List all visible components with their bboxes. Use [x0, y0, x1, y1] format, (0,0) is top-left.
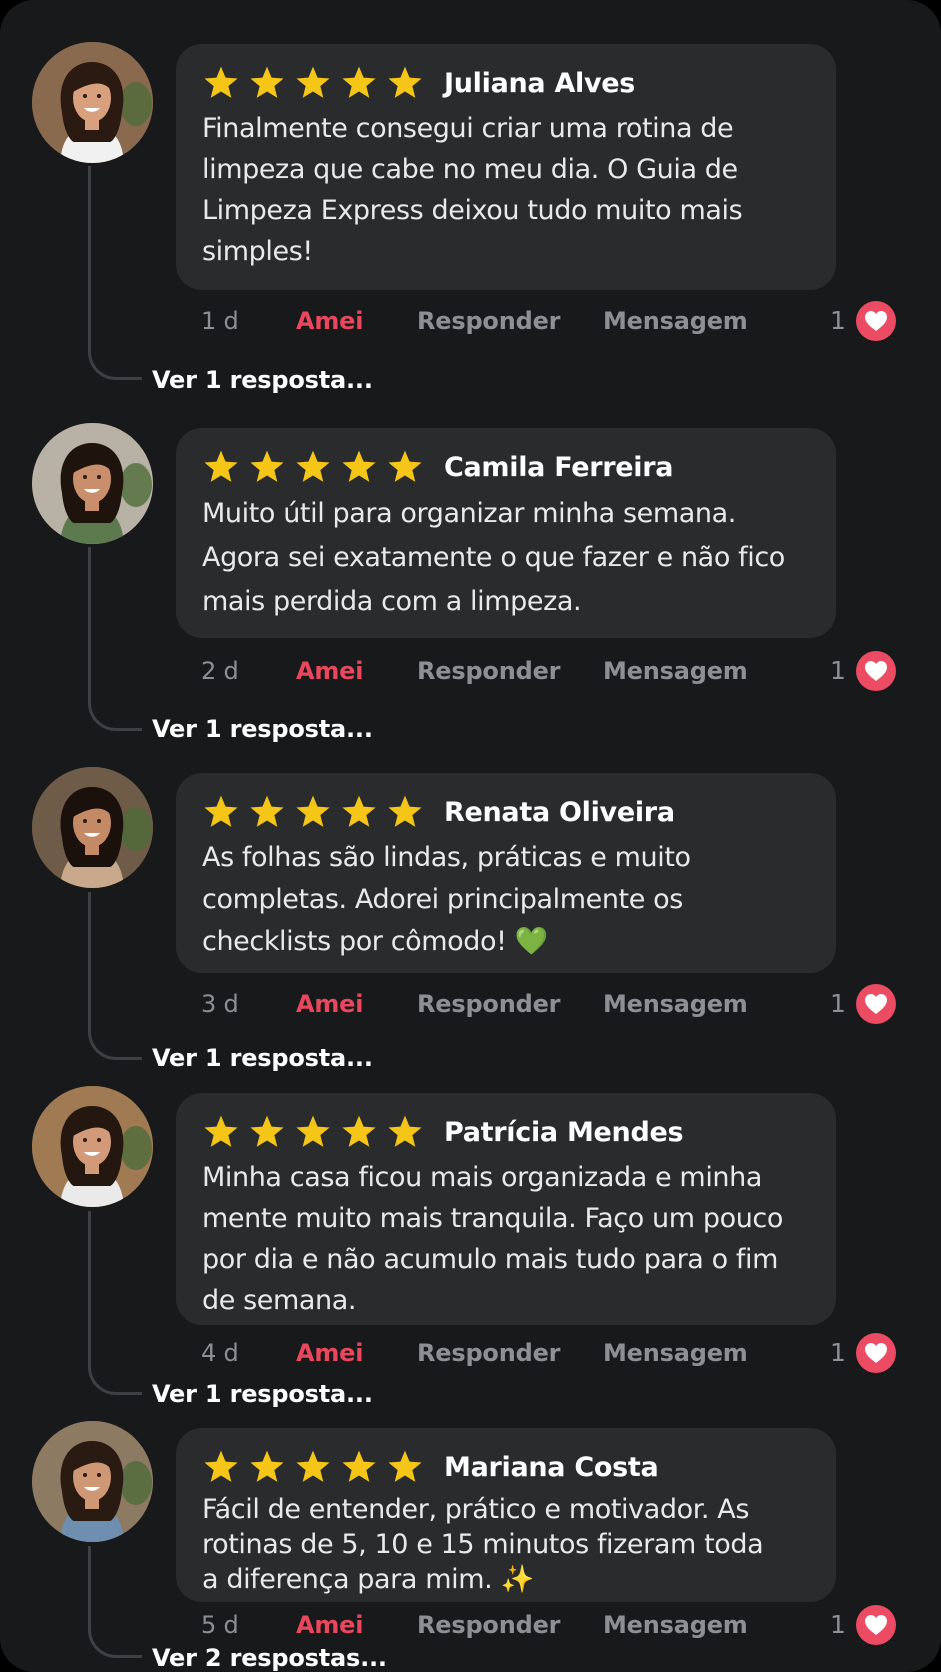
- like-count: 1: [830, 306, 846, 335]
- rating-stars: [202, 794, 424, 830]
- avatar[interactable]: [32, 767, 153, 888]
- heart-icon[interactable]: [856, 1333, 896, 1373]
- star-icon: [342, 66, 376, 98]
- reply-button[interactable]: Responder: [417, 1605, 560, 1645]
- comment-text: Minha casa ficou mais organizada e minha…: [202, 1162, 783, 1316]
- star-icon: [342, 450, 376, 482]
- heart-icon[interactable]: [856, 301, 896, 341]
- star-icon: [204, 1115, 238, 1147]
- author-name[interactable]: Patrícia Mendes: [444, 1117, 684, 1148]
- star-icon: [388, 450, 422, 482]
- comment-bubble: Juliana Alves Finalmente consegui criar …: [176, 44, 836, 290]
- like-count: 1: [830, 1338, 846, 1367]
- view-replies-link[interactable]: Ver 1 resposta...: [152, 1378, 373, 1410]
- star-icon: [388, 1115, 422, 1147]
- avatar[interactable]: [32, 423, 153, 544]
- message-button[interactable]: Mensagem: [603, 1333, 748, 1373]
- avatar[interactable]: [32, 42, 153, 163]
- view-replies-link[interactable]: Ver 1 resposta...: [152, 1042, 373, 1074]
- comment-actions: 2 d Amei Responder Mensagem 1: [0, 651, 941, 691]
- star-icon: [296, 1450, 330, 1482]
- star-icon: [250, 1450, 284, 1482]
- star-icon: [296, 66, 330, 98]
- author-name[interactable]: Renata Oliveira: [444, 797, 675, 828]
- love-reaction-button[interactable]: Amei: [296, 1333, 363, 1373]
- author-name[interactable]: Juliana Alves: [444, 68, 635, 99]
- rating-stars: [202, 1114, 424, 1150]
- comment-bubble: Renata Oliveira As folhas são lindas, pr…: [176, 773, 836, 973]
- reply-button[interactable]: Responder: [417, 984, 560, 1024]
- comment-actions: 4 d Amei Responder Mensagem 1: [0, 1333, 941, 1373]
- comment-text: Finalmente consegui criar uma rotina de …: [202, 113, 743, 267]
- message-button[interactable]: Mensagem: [603, 1605, 748, 1645]
- star-icon: [342, 1115, 376, 1147]
- thread-line: [88, 892, 142, 1060]
- love-reaction-button[interactable]: Amei: [296, 651, 363, 691]
- comment-bubble: Patrícia Mendes Minha casa ficou mais or…: [176, 1093, 836, 1325]
- star-icon: [204, 795, 238, 827]
- comments-feed: Juliana Alves Finalmente consegui criar …: [0, 0, 941, 1672]
- heart-icon[interactable]: [856, 984, 896, 1024]
- comment-timestamp: 5 d: [201, 1611, 239, 1639]
- thread-line: [88, 547, 142, 731]
- star-icon: [250, 1115, 284, 1147]
- love-reaction-button[interactable]: Amei: [296, 1605, 363, 1645]
- rating-stars: [202, 449, 424, 485]
- rating-stars: [202, 1449, 424, 1485]
- like-count: 1: [830, 1610, 846, 1639]
- view-replies-link[interactable]: Ver 2 respostas...: [152, 1642, 387, 1672]
- author-name[interactable]: Mariana Costa: [444, 1452, 659, 1483]
- like-count: 1: [830, 989, 846, 1018]
- star-icon: [296, 450, 330, 482]
- star-icon: [388, 1450, 422, 1482]
- comment-text: Muito útil para organizar minha semana. …: [202, 498, 785, 617]
- comment-timestamp: 3 d: [201, 990, 239, 1018]
- comment-text: As folhas são lindas, práticas e muito c…: [202, 842, 691, 957]
- star-icon: [296, 795, 330, 827]
- love-reaction-button[interactable]: Amei: [296, 301, 363, 341]
- avatar[interactable]: [32, 1421, 153, 1542]
- star-icon: [342, 795, 376, 827]
- message-button[interactable]: Mensagem: [603, 651, 748, 691]
- heart-icon[interactable]: [856, 1605, 896, 1645]
- view-replies-link[interactable]: Ver 1 resposta...: [152, 713, 373, 745]
- star-icon: [250, 795, 284, 827]
- star-icon: [204, 450, 238, 482]
- heart-icon[interactable]: [856, 651, 896, 691]
- view-replies-link[interactable]: Ver 1 resposta...: [152, 364, 373, 396]
- rating-stars: [202, 65, 424, 101]
- comment-actions: 5 d Amei Responder Mensagem 1: [0, 1605, 941, 1645]
- comment-timestamp: 4 d: [201, 1339, 239, 1367]
- reply-button[interactable]: Responder: [417, 301, 560, 341]
- star-icon: [250, 66, 284, 98]
- comment-timestamp: 2 d: [201, 657, 239, 685]
- star-icon: [204, 1450, 238, 1482]
- comment-bubble: Camila Ferreira Muito útil para organiza…: [176, 428, 836, 638]
- message-button[interactable]: Mensagem: [603, 301, 748, 341]
- comment-actions: 1 d Amei Responder Mensagem 1: [0, 301, 941, 341]
- author-name[interactable]: Camila Ferreira: [444, 452, 674, 483]
- star-icon: [388, 795, 422, 827]
- message-button[interactable]: Mensagem: [603, 984, 748, 1024]
- star-icon: [342, 1450, 376, 1482]
- like-count: 1: [830, 656, 846, 685]
- comment-text: Fácil de entender, prático e motivador. …: [202, 1494, 764, 1595]
- star-icon: [296, 1115, 330, 1147]
- comment-actions: 3 d Amei Responder Mensagem 1: [0, 984, 941, 1024]
- comment-bubble: Mariana Costa Fácil de entender, prático…: [176, 1428, 836, 1602]
- avatar[interactable]: [32, 1086, 153, 1207]
- star-icon: [250, 450, 284, 482]
- thread-line: [88, 166, 142, 380]
- reply-button[interactable]: Responder: [417, 651, 560, 691]
- love-reaction-button[interactable]: Amei: [296, 984, 363, 1024]
- star-icon: [388, 66, 422, 98]
- comment-timestamp: 1 d: [201, 307, 239, 335]
- reply-button[interactable]: Responder: [417, 1333, 560, 1373]
- star-icon: [204, 66, 238, 98]
